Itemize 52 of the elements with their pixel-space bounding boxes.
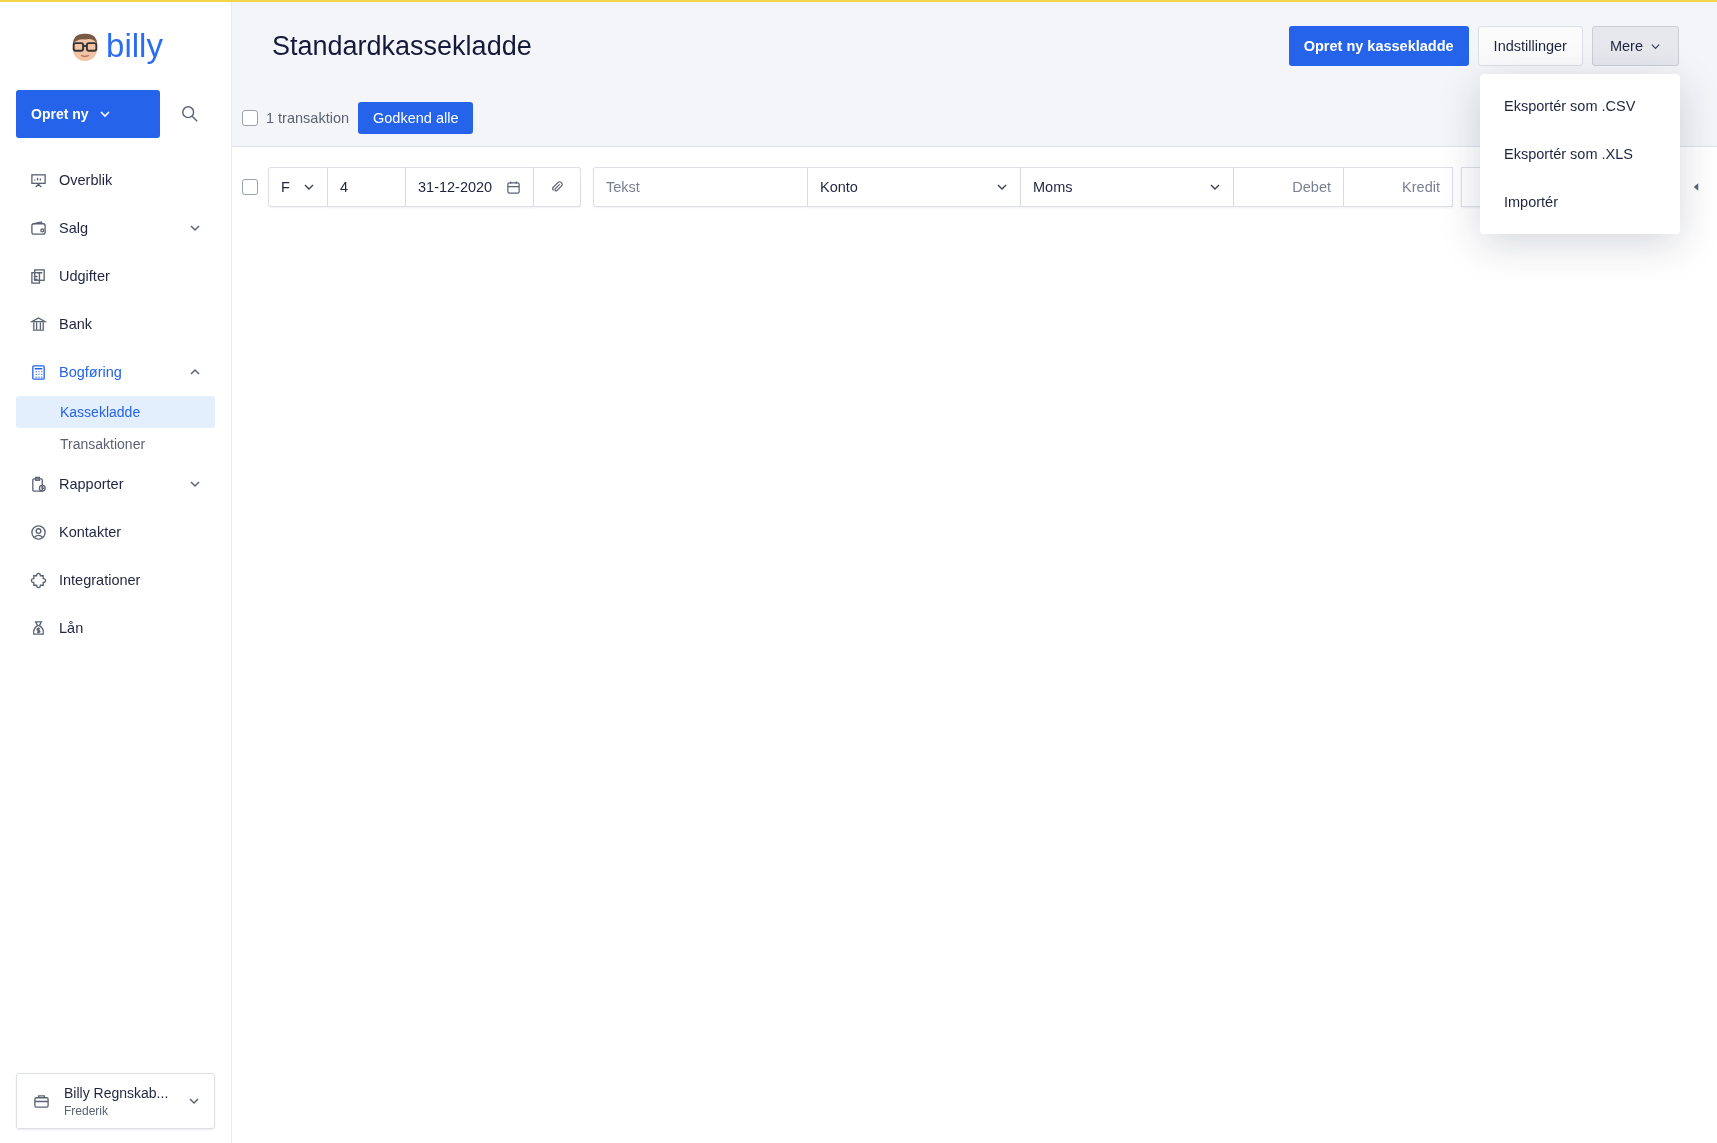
nav-item[interactable]: Lån xyxy=(16,604,215,652)
amount-field[interactable]: Debet xyxy=(1234,167,1344,207)
chevron-down-icon xyxy=(98,108,111,120)
wallet-icon xyxy=(30,219,47,237)
briefcase-icon xyxy=(33,1092,50,1110)
chevron-down-icon xyxy=(188,1095,200,1107)
transaction-count: 1 transaktion xyxy=(266,110,350,126)
row-checkbox[interactable] xyxy=(242,179,258,195)
collapse-arrow-icon[interactable] xyxy=(1693,183,1699,191)
search-icon[interactable] xyxy=(181,105,199,123)
select-field[interactable]: Moms xyxy=(1021,167,1234,207)
clipboard-clock-icon xyxy=(30,475,47,493)
nav-item[interactable]: Rapporter xyxy=(16,460,215,508)
money-bag-icon xyxy=(30,619,47,637)
settings-button[interactable]: Indstillinger xyxy=(1477,26,1583,66)
amount-field[interactable]: Kredit xyxy=(1344,167,1453,207)
create-new-button[interactable]: Opret ny xyxy=(16,90,160,138)
menu-item[interactable]: Eksportér som .CSV xyxy=(1480,82,1680,130)
menu-item[interactable]: Eksportér som .XLS xyxy=(1480,130,1680,178)
nav-subitem[interactable]: Transaktioner xyxy=(16,428,215,460)
menu-item[interactable]: Importér xyxy=(1480,178,1680,226)
presentation-board-icon xyxy=(30,171,47,189)
calendar-icon xyxy=(506,179,521,195)
paperclip-icon xyxy=(550,180,564,194)
bank-icon xyxy=(30,315,47,333)
select-all-checkbox[interactable] xyxy=(242,110,258,126)
input-field[interactable]: 4 xyxy=(328,167,406,207)
more-button[interactable]: Mere xyxy=(1591,26,1679,66)
organization-name: Billy Regnskab... xyxy=(64,1084,170,1101)
nav-item[interactable]: Udgifter xyxy=(16,252,215,300)
documents-icon xyxy=(30,267,47,285)
nav-item[interactable]: Bogføring xyxy=(16,348,215,396)
nav-item[interactable]: Kontakter xyxy=(16,508,215,556)
input-field[interactable]: Tekst xyxy=(593,167,808,207)
organization-switcher[interactable]: Billy Regnskab... Frederik xyxy=(16,1073,215,1129)
approve-all-button[interactable]: Godkend alle xyxy=(358,102,474,134)
logo-text: billy xyxy=(106,27,163,65)
nav-item[interactable]: Bank xyxy=(16,300,215,348)
select-field[interactable]: Konto xyxy=(808,167,1021,207)
calculator-icon xyxy=(30,363,47,381)
nav-item[interactable]: Integrationer xyxy=(16,556,215,604)
nav-item[interactable]: Overblik xyxy=(16,156,215,204)
nav-item[interactable]: Salg xyxy=(16,204,215,252)
page-title: Standardkassekladde xyxy=(272,30,532,62)
attach-button[interactable] xyxy=(534,167,581,207)
select-field[interactable]: F xyxy=(268,167,328,207)
nav-subitem[interactable]: Kassekladde xyxy=(16,396,215,428)
create-journal-button[interactable]: Opret ny kassekladde xyxy=(1288,26,1469,66)
puzzle-icon xyxy=(30,571,47,589)
person-circle-icon xyxy=(30,523,47,541)
date-field[interactable]: 31-12-2020 xyxy=(406,167,534,207)
user-name: Frederik xyxy=(64,1103,109,1118)
